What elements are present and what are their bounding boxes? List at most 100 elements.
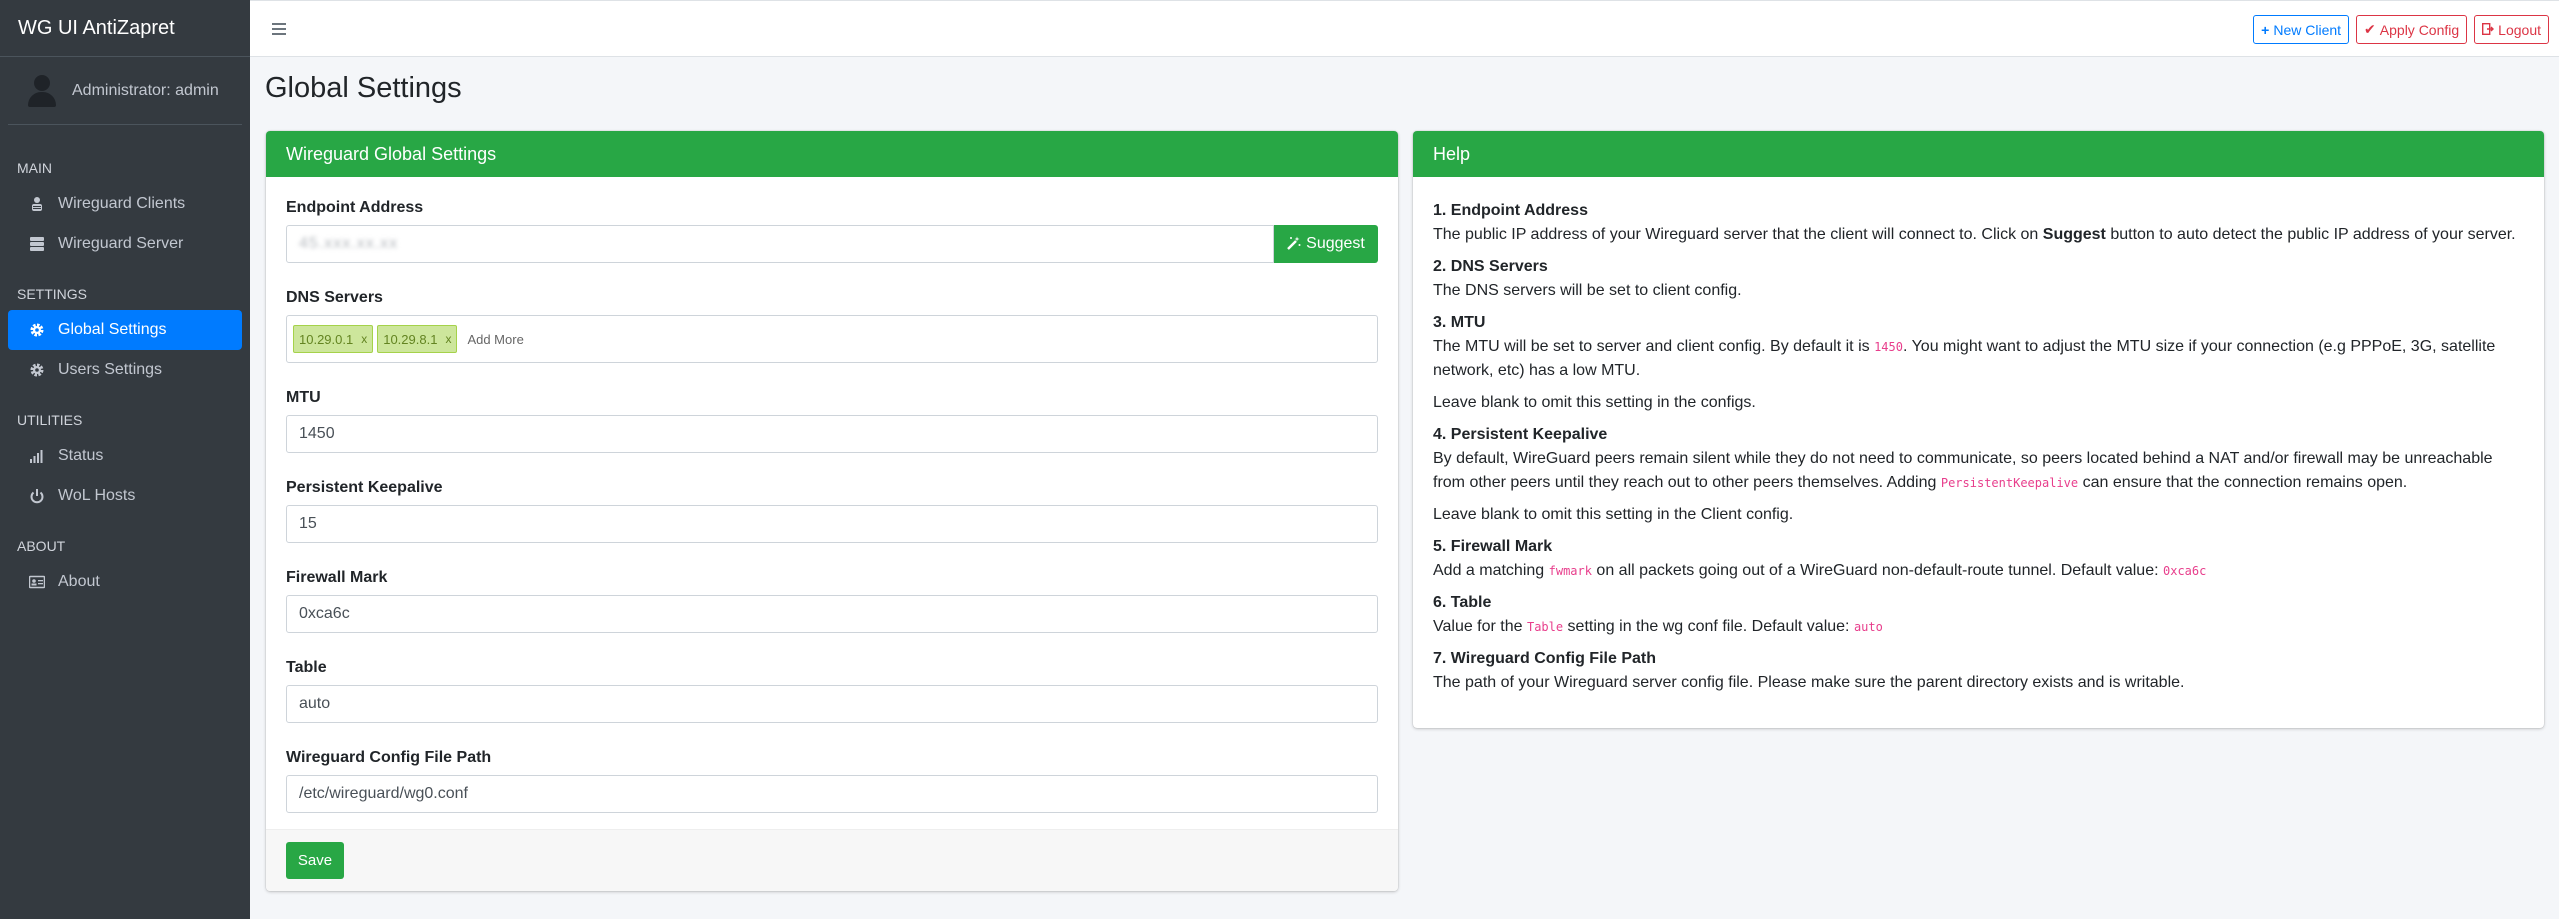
suggest-button[interactable]: Suggest (1274, 225, 1378, 263)
sidebar-item-status[interactable]: Status (8, 436, 242, 476)
endpoint-address-input[interactable]: 45.xxx.xx.xx (286, 225, 1274, 263)
plus-icon: + (2261, 21, 2270, 38)
config-file-path-input[interactable]: /etc/wireguard/wg0.conf (286, 775, 1378, 813)
help-note-mtu: Leave blank to omit this setting in the … (1433, 394, 1756, 411)
card-title: Help (1433, 143, 1471, 164)
sidebar-item-global-settings[interactable]: Global Settings (8, 310, 242, 350)
firewall-mark-label: Firewall Mark (286, 569, 388, 586)
help-title-table: 6. Table (1433, 594, 1492, 611)
help-title-dns: 2. DNS Servers (1433, 258, 1548, 275)
dns-label: DNS Servers (286, 289, 383, 306)
users-icon (28, 195, 46, 213)
tag-remove-icon[interactable]: x (361, 332, 367, 346)
endpoint-label: Endpoint Address (286, 199, 424, 216)
firewall-mark-input[interactable]: 0xca6c (286, 595, 1378, 633)
user-name: Administrator: admin (72, 81, 219, 99)
sidebar-item-label: Users Settings (58, 361, 163, 378)
logout-button[interactable]: Logout (2474, 15, 2549, 44)
dns-tag-text: 10.29.0.1 (299, 331, 354, 347)
firewall-mark-value: 0xca6c (299, 605, 350, 622)
wireguard-global-settings-card: Wireguard Global Settings Endpoint Addre… (266, 131, 1398, 891)
mtu-label: MTU (286, 389, 321, 406)
settings-form: Endpoint Address 45.xxx.xx.xx Suggest DN… (266, 177, 1398, 813)
persistent-keepalive-input[interactable]: 15 (286, 505, 1378, 543)
help-title-endpoint: 1. Endpoint Address (1433, 202, 1588, 219)
sidebar-item-label: Status (58, 447, 104, 464)
tag-remove-icon[interactable]: x (445, 332, 451, 346)
page-title: Global Settings (265, 72, 462, 104)
sidebar-item-label: Global Settings (58, 321, 167, 338)
help-text-keepalive: By default, WireGuard peers remain silen… (1433, 450, 2493, 491)
sidebar-item-wireguard-clients[interactable]: Wireguard Clients (8, 184, 242, 224)
new-client-label: New Client (2273, 21, 2342, 38)
dns-tag: 10.29.8.1 x (377, 325, 458, 353)
top-navbar: + New Client ✔ Apply Config Logout (250, 0, 2559, 57)
endpoint-group: 45.xxx.xx.xx Suggest (286, 225, 1378, 263)
sidebar-item-label: Wireguard Server (58, 235, 184, 252)
card-footer: Save (266, 829, 1398, 891)
keepalive-label: Persistent Keepalive (286, 479, 443, 496)
sidebar-item-wol-hosts[interactable]: WoL Hosts (8, 476, 242, 516)
card-header: Help (1413, 131, 2544, 177)
brand-link[interactable]: WG UI AntiZapret (0, 0, 250, 57)
top-actions: + New Client ✔ Apply Config Logout (2253, 15, 2549, 44)
user-panel: Administrator: admin (8, 57, 242, 125)
help-title-mtu: 3. MTU (1433, 314, 1486, 331)
gear-icon (28, 361, 46, 379)
save-label: Save (297, 852, 333, 869)
add-more-input[interactable]: Add More (467, 332, 523, 347)
logout-label: Logout (2498, 21, 2541, 38)
check-icon: ✔ (2364, 21, 2376, 37)
sidebar-item-label: WoL Hosts (58, 487, 136, 504)
sidebar-item-users-settings[interactable]: Users Settings (8, 350, 242, 390)
nav-header-about: ABOUT (17, 538, 66, 554)
mtu-input[interactable]: 1450 (286, 415, 1378, 453)
magic-wand-icon (1287, 236, 1301, 253)
sidebar-item-wireguard-server[interactable]: Wireguard Server (8, 224, 242, 264)
sidebar-item-about[interactable]: About (8, 562, 242, 602)
keepalive-value: 15 (299, 515, 317, 532)
dns-servers-input[interactable]: 10.29.0.1 x 10.29.8.1 x Add More (286, 315, 1378, 363)
help-text-endpoint: The public IP address of your Wireguard … (1433, 226, 2516, 243)
card-title: Wireguard Global Settings (286, 143, 497, 164)
help-text-dns: The DNS servers will be set to client co… (1433, 282, 1742, 299)
id-card-icon (28, 573, 46, 591)
logout-icon (2482, 22, 2495, 38)
help-text-config-path: The path of your Wireguard server config… (1433, 674, 2185, 691)
nav-header-main: MAIN (17, 160, 52, 176)
sidebar-item-label: Wireguard Clients (58, 195, 186, 212)
config-path-label: Wireguard Config File Path (286, 749, 492, 766)
help-text-mtu: The MTU will be set to server and client… (1433, 338, 2496, 379)
save-button[interactable]: Save (286, 842, 344, 879)
apply-config-button[interactable]: ✔ Apply Config (2356, 15, 2468, 44)
help-card: Help 1. Endpoint Address The public IP a… (1413, 131, 2544, 728)
power-icon (28, 487, 46, 505)
nav-header-settings: SETTINGS (17, 286, 88, 302)
gear-icon (28, 321, 46, 339)
dns-tag: 10.29.0.1 x (293, 325, 374, 353)
help-note-keepalive: Leave blank to omit this setting in the … (1433, 506, 1794, 523)
new-client-button[interactable]: + New Client (2253, 15, 2350, 44)
user-icon (26, 74, 58, 107)
sidebar: WG UI AntiZapret Administrator: admin MA… (0, 0, 250, 919)
server-icon (28, 235, 46, 253)
help-text-table: Value for the Table setting in the wg co… (1433, 618, 1883, 635)
sidebar-item-label: About (58, 573, 100, 590)
table-input[interactable]: auto (286, 685, 1378, 723)
suggest-label: Suggest (1306, 235, 1365, 252)
table-label: Table (286, 659, 327, 676)
nav-header-utilities: UTILITIES (17, 412, 83, 428)
menu-icon[interactable] (272, 20, 286, 38)
endpoint-value: 45.xxx.xx.xx (299, 235, 399, 252)
help-title-config-path: 7. Wireguard Config File Path (1433, 650, 1656, 667)
help-text-fwmark: Add a matching fwmark on all packets goi… (1433, 562, 2207, 579)
help-title-keepalive: 4. Persistent Keepalive (1433, 426, 1608, 443)
signal-icon (28, 447, 46, 465)
help-title-fwmark: 5. Firewall Mark (1433, 538, 1553, 555)
help-body: 1. Endpoint Address The public IP addres… (1413, 177, 2544, 695)
dns-tag-text: 10.29.8.1 (383, 331, 438, 347)
table-value: auto (299, 695, 331, 712)
brand-text: WG UI AntiZapret (18, 16, 175, 39)
apply-config-label: Apply Config (2379, 21, 2460, 38)
config-path-value: /etc/wireguard/wg0.conf (299, 785, 468, 802)
